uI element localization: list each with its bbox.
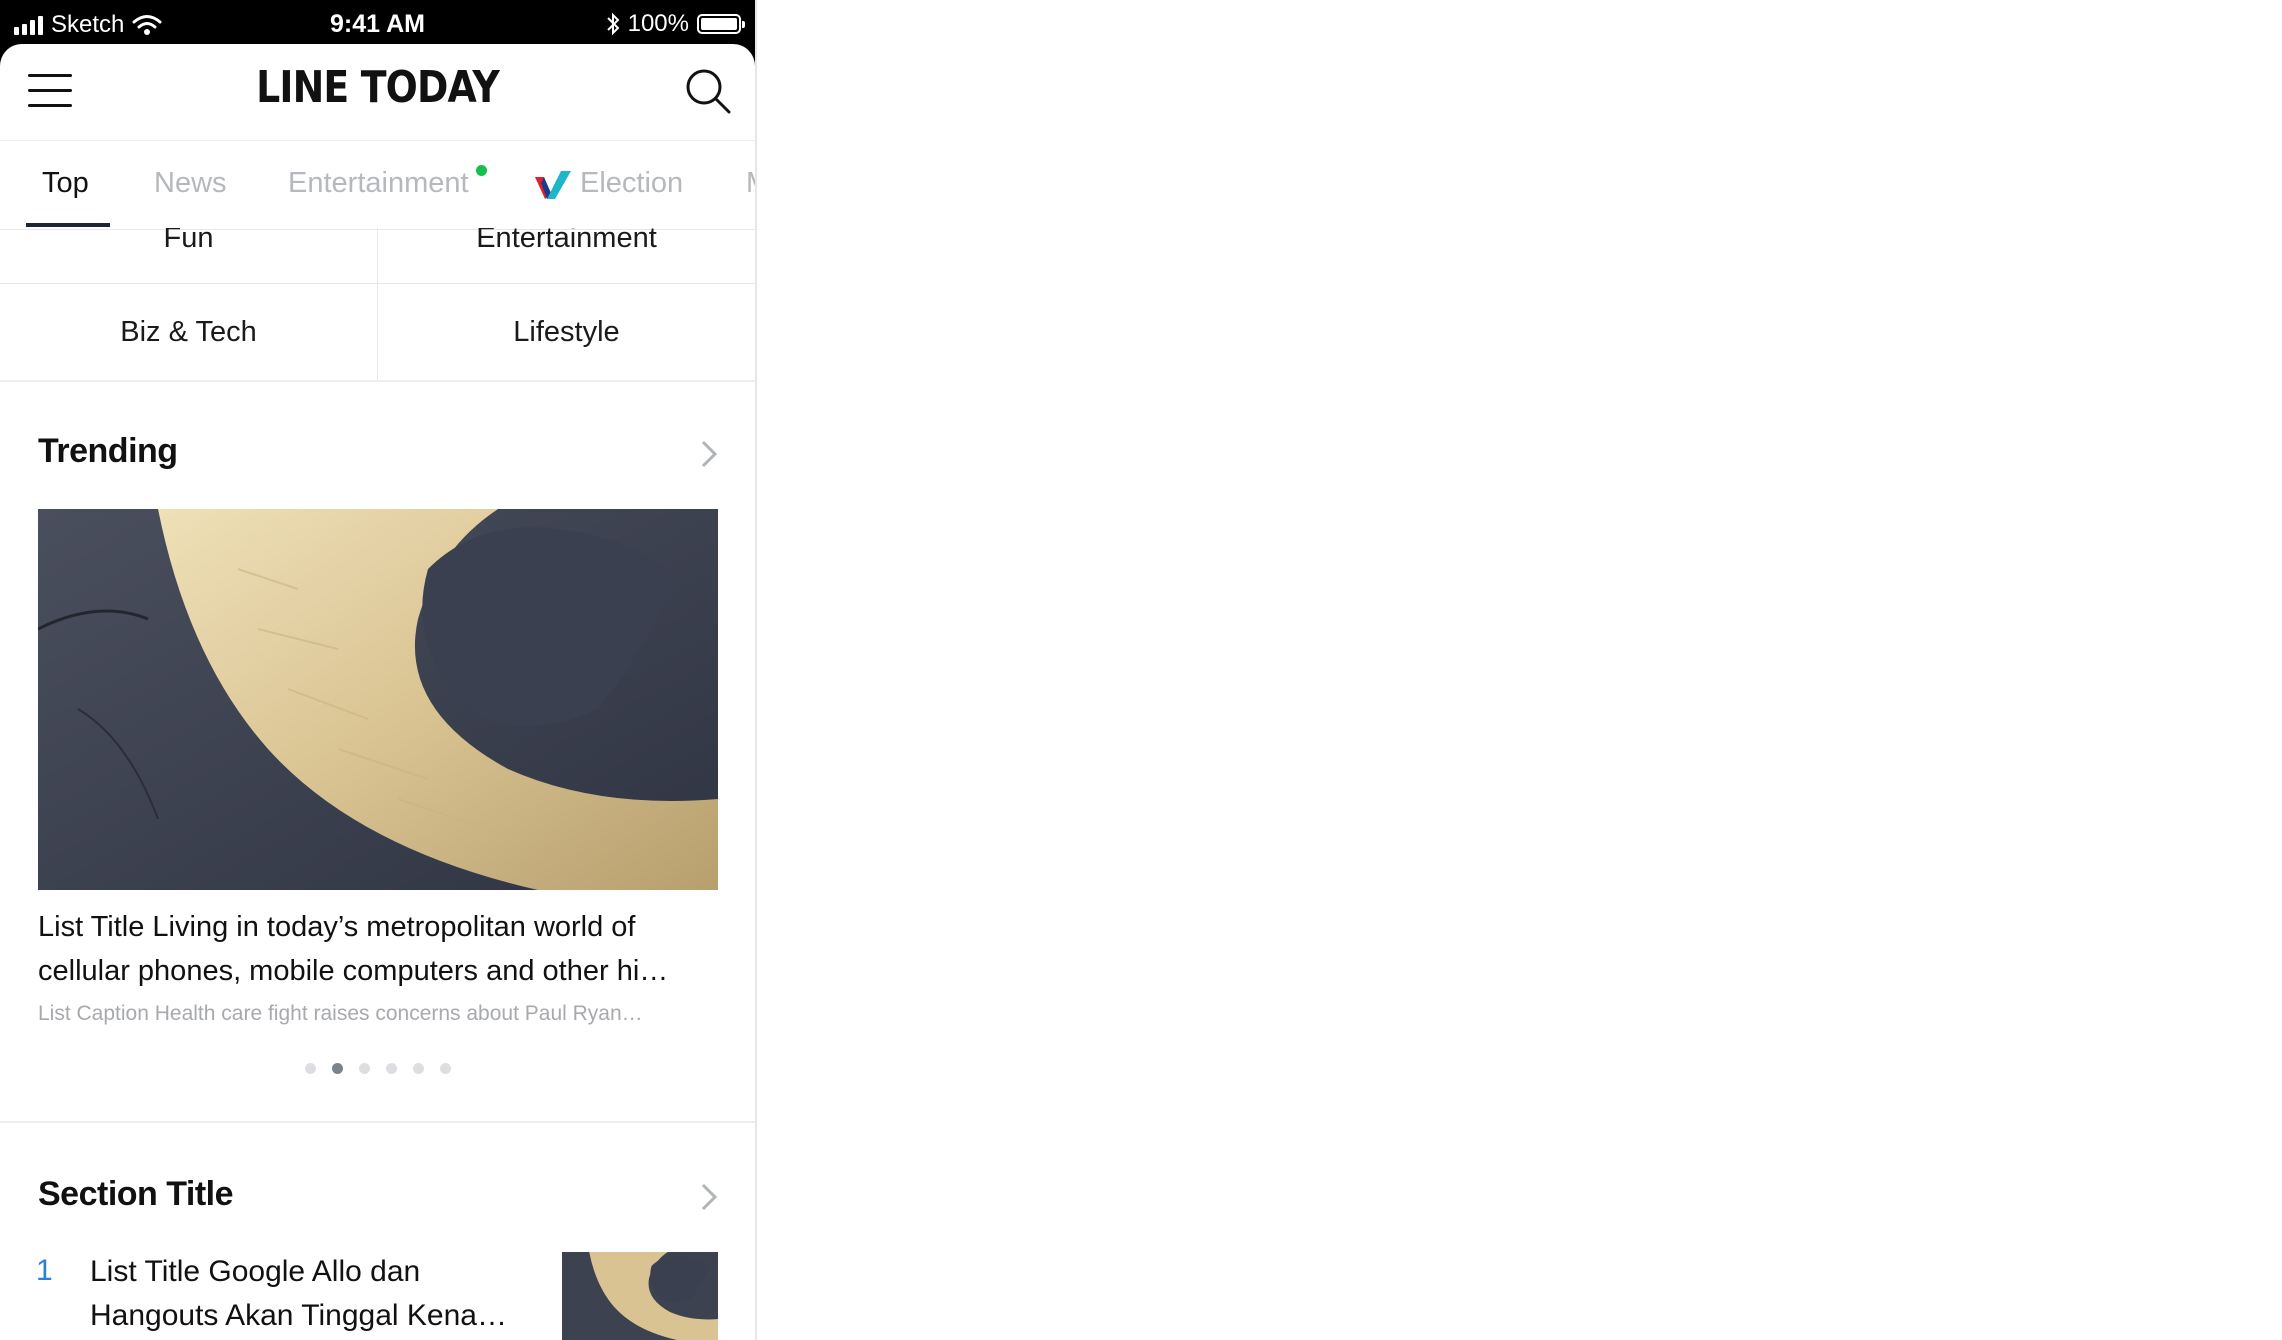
category-tabs: Top News Entertainment Election M: [0, 140, 755, 230]
section-separator: [0, 1121, 755, 1123]
active-tab-indicator: [26, 223, 110, 227]
pager-dot[interactable]: [304, 1063, 316, 1074]
tab-top[interactable]: Top: [42, 167, 89, 200]
tab-entertainment[interactable]: Entertainment: [288, 167, 469, 200]
battery-icon: [697, 14, 745, 34]
phone-screen: Sketch 9:41 AM 100% LINE TODAY Top News …: [0, 0, 757, 1340]
list-item-title[interactable]: List Title Google Allo dan Hangouts Akan…: [90, 1250, 530, 1338]
category-lifestyle[interactable]: Lifestyle: [378, 284, 755, 380]
pager-dot[interactable]: [412, 1063, 424, 1074]
carousel-pager: [0, 1063, 755, 1074]
tab-election[interactable]: Election: [580, 167, 683, 200]
pager-dot-active[interactable]: [331, 1063, 343, 1074]
trending-hero-image[interactable]: [38, 509, 718, 890]
pager-dot[interactable]: [358, 1063, 370, 1074]
section-title: Section Title: [38, 1175, 234, 1213]
chevron-right-icon[interactable]: [697, 439, 721, 469]
election-check-icon: [535, 171, 571, 199]
tab-news[interactable]: News: [154, 167, 227, 200]
search-icon[interactable]: [685, 68, 731, 114]
category-biz-tech[interactable]: Biz & Tech: [0, 284, 377, 380]
category-grid: Fun Entertainment Biz & Tech Lifestyle: [0, 228, 755, 380]
trending-title: Trending: [38, 432, 178, 470]
trending-list-caption: List Caption Health care fight raises co…: [38, 1002, 643, 1025]
pager-dot[interactable]: [439, 1063, 451, 1074]
new-badge-dot: [476, 165, 487, 176]
app-header: LINE TODAY: [0, 44, 755, 140]
list-item-rank: 1: [36, 1254, 53, 1287]
chevron-right-icon[interactable]: [697, 1182, 721, 1212]
tab-more[interactable]: M: [746, 167, 755, 200]
grid-divider: [377, 228, 378, 380]
app-logo[interactable]: LINE TODAY: [53, 62, 702, 113]
section-separator: [0, 380, 755, 382]
trending-list-title[interactable]: List Title Living in today’s metropolita…: [38, 905, 728, 993]
bluetooth-icon: [606, 12, 620, 36]
category-fun[interactable]: Fun: [0, 228, 377, 280]
pager-dot[interactable]: [385, 1063, 397, 1074]
battery-label: 100%: [627, 10, 689, 37]
category-entertainment[interactable]: Entertainment: [378, 228, 755, 280]
status-right: 100%: [606, 10, 745, 38]
list-item-thumbnail[interactable]: [562, 1252, 718, 1340]
